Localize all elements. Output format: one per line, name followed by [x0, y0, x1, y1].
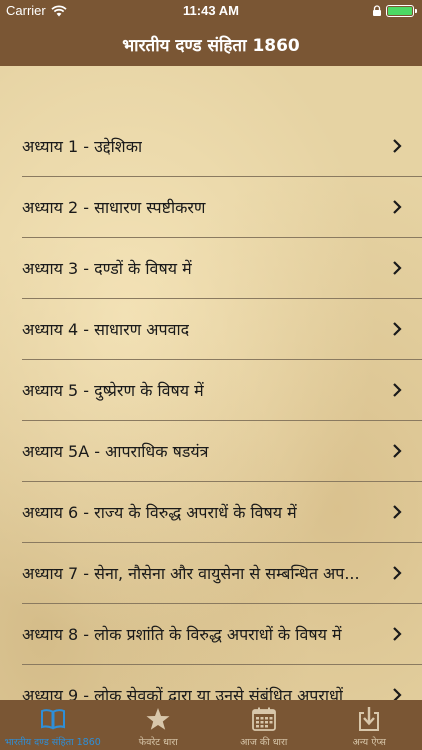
tab-bar: भारतीय दण्ड संहिता 1860 फेवरेट धारा आज क…: [0, 700, 422, 750]
list-item[interactable]: अध्याय 9 - लोक सेवकों द्वारा या उनसे संब…: [22, 665, 422, 700]
list-item[interactable]: अध्याय 5A - आपराधिक षडयंत्र: [22, 421, 422, 482]
charging-lock-icon: [373, 5, 381, 16]
status-bar: Carrier 11:43 AM: [0, 0, 422, 22]
chapter-label: अध्याय 6 - राज्य के विरुद्ध अपराधें के व…: [22, 503, 297, 522]
chevron-right-icon: [393, 261, 402, 275]
chevron-right-icon: [393, 505, 402, 519]
chapter-list: अध्याय 1 - उद्देशिका अध्याय 2 - साधारण स…: [0, 116, 422, 700]
tab-label: आज की धारा: [240, 737, 288, 748]
tab-today[interactable]: आज की धारा: [211, 700, 317, 750]
chevron-right-icon: [393, 688, 402, 700]
nav-bar: भारतीय दण्ड संहिता 1860: [0, 22, 422, 66]
status-time: 11:43 AM: [183, 3, 239, 18]
chapter-label: अध्याय 9 - लोक सेवकों द्वारा या उनसे संब…: [22, 686, 344, 700]
chevron-right-icon: [393, 383, 402, 397]
page-title: भारतीय दण्ड संहिता 1860: [122, 35, 300, 56]
list-item[interactable]: अध्याय 7 - सेना, नौसेना और वायुसेना से स…: [22, 543, 422, 604]
tab-other-apps[interactable]: अन्य ऐप्स: [317, 700, 422, 750]
chapter-label: अध्याय 1 - उद्देशिका: [22, 137, 143, 156]
tab-favorite[interactable]: फेवरेट धारा: [106, 700, 212, 750]
tab-label: फेवरेट धारा: [138, 737, 178, 748]
chevron-right-icon: [393, 444, 402, 458]
download-icon: [359, 707, 380, 731]
list-item[interactable]: अध्याय 1 - उद्देशिका: [22, 116, 422, 177]
chapter-label: अध्याय 2 - साधारण स्पष्टीकरण: [22, 198, 206, 217]
list-item[interactable]: अध्याय 8 - लोक प्रशांति के विरुद्ध अपराध…: [22, 604, 422, 665]
list-item[interactable]: अध्याय 3 - दण्डों के विषय में: [22, 238, 422, 299]
book-icon: [40, 709, 65, 730]
chapter-label: अध्याय 7 - सेना, नौसेना और वायुसेना से स…: [22, 564, 360, 583]
chapter-label: अध्याय 3 - दण्डों के विषय में: [22, 259, 192, 278]
tab-ipc-1860[interactable]: भारतीय दण्ड संहिता 1860: [0, 700, 106, 750]
chevron-right-icon: [393, 566, 402, 580]
chapter-label: अध्याय 5 - दुष्प्रेरण के विषय में: [22, 381, 204, 400]
chevron-right-icon: [393, 200, 402, 214]
chevron-right-icon: [393, 139, 402, 153]
chapter-label: अध्याय 8 - लोक प्रशांति के विरुद्ध अपराध…: [22, 625, 342, 644]
list-item[interactable]: अध्याय 5 - दुष्प्रेरण के विषय में: [22, 360, 422, 421]
chevron-right-icon: [393, 322, 402, 336]
chapter-label: अध्याय 4 - साधारण अपवाद: [22, 320, 190, 339]
chevron-right-icon: [393, 627, 402, 641]
tab-label: अन्य ऐप्स: [352, 737, 386, 748]
tab-label: भारतीय दण्ड संहिता 1860: [4, 737, 101, 748]
battery-icon: [386, 5, 417, 17]
star-icon: [146, 708, 170, 730]
list-item[interactable]: अध्याय 4 - साधारण अपवाद: [22, 299, 422, 360]
chapter-label: अध्याय 5A - आपराधिक षडयंत्र: [22, 442, 209, 461]
chapter-list-area[interactable]: अध्याय 1 - उद्देशिका अध्याय 2 - साधारण स…: [0, 66, 422, 700]
list-item[interactable]: अध्याय 2 - साधारण स्पष्टीकरण: [22, 177, 422, 238]
calendar-icon: [251, 707, 276, 731]
list-item[interactable]: अध्याय 6 - राज्य के विरुद्ध अपराधें के व…: [22, 482, 422, 543]
